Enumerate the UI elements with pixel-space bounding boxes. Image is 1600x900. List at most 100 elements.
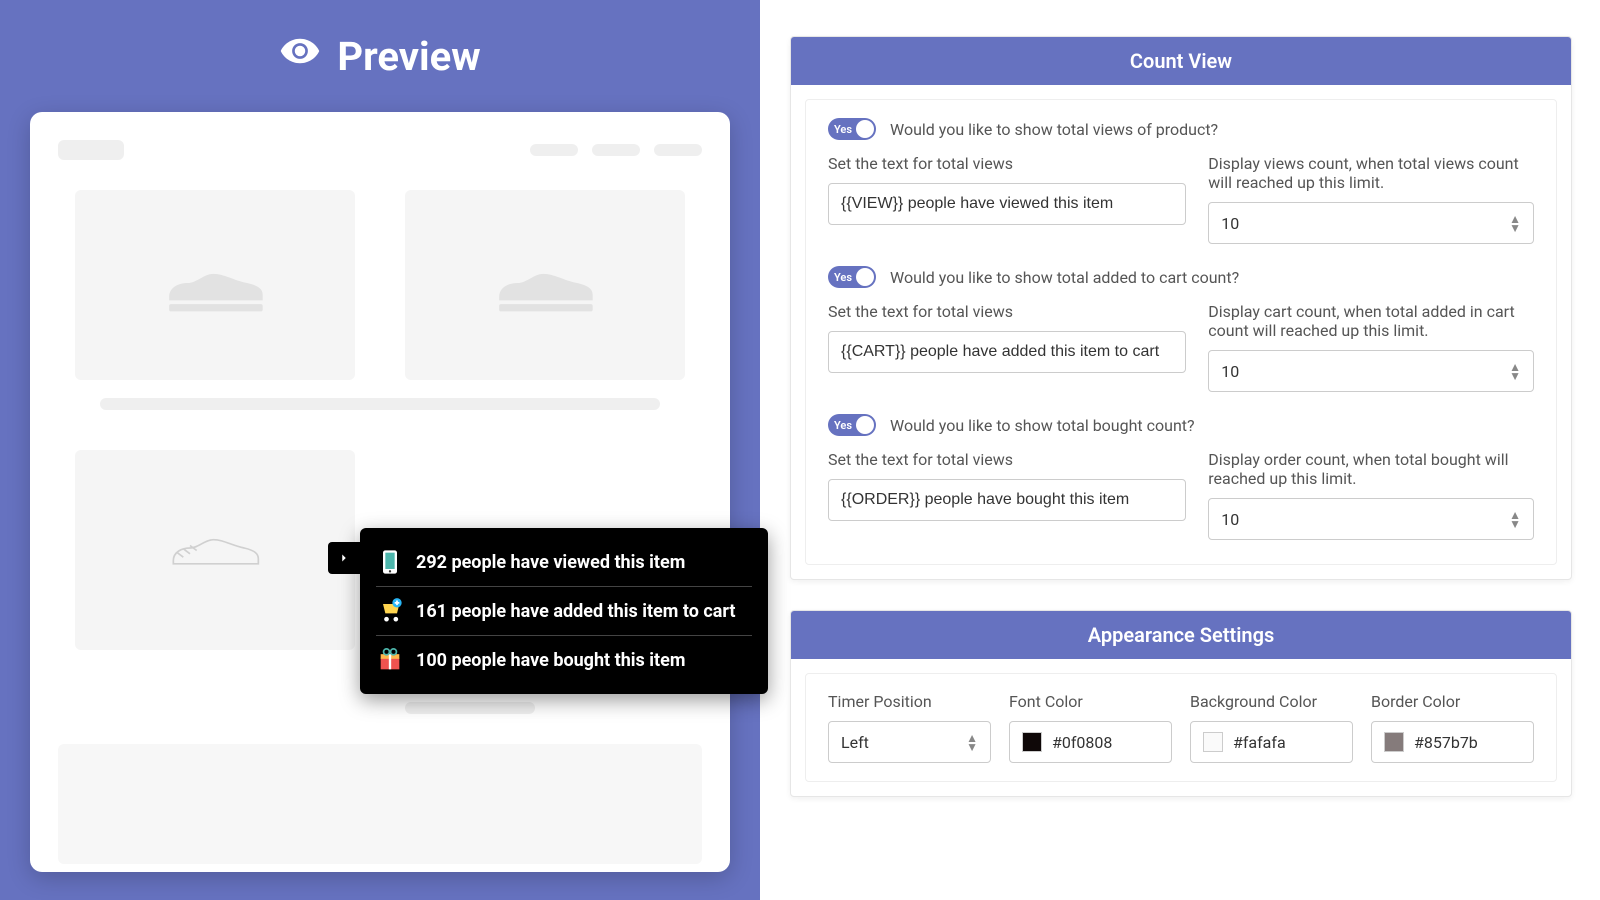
spinner-icon: ▲▼: [1509, 363, 1521, 380]
toggle-text: Yes: [834, 123, 852, 136]
skeleton-nav: [530, 144, 702, 156]
appearance-body: Timer Position Left ▲▼ Font Color #0f080…: [805, 673, 1557, 782]
bought-question: Would you like to show total bought coun…: [890, 416, 1195, 435]
cart-toggle[interactable]: Yes: [828, 266, 876, 288]
skeleton-logo: [58, 140, 124, 160]
product-image-placeholder: [75, 190, 355, 380]
views-text-col: Set the text for total views: [828, 154, 1186, 244]
skeleton-nav-item: [654, 144, 702, 156]
settings-panel: Count View Yes Would you like to show to…: [760, 0, 1600, 900]
toggle-knob: [856, 120, 874, 138]
count-view-header: Count View: [791, 37, 1571, 85]
toggle-text: Yes: [834, 271, 852, 284]
views-field-row: Set the text for total views Display vie…: [828, 154, 1534, 244]
cart-add-icon: [376, 597, 404, 625]
bought-toggle[interactable]: Yes: [828, 414, 876, 436]
bg-color-label: Background Color: [1190, 692, 1353, 711]
cart-limit-label: Display cart count, when total added in …: [1208, 302, 1534, 340]
shoe-icon: [490, 248, 600, 322]
timer-position-select[interactable]: Left ▲▼: [828, 721, 991, 763]
views-limit-value: 10: [1221, 214, 1239, 233]
cart-field-row: Set the text for total views Display car…: [828, 302, 1534, 392]
font-color-label: Font Color: [1009, 692, 1172, 711]
timer-position-label: Timer Position: [828, 692, 991, 711]
font-color-input[interactable]: #0f0808: [1009, 721, 1172, 763]
views-text-label: Set the text for total views: [828, 154, 1186, 173]
cart-text-label: Set the text for total views: [828, 302, 1186, 321]
preview-title: Preview: [279, 30, 480, 82]
product-card: [405, 190, 685, 380]
border-color-swatch: [1384, 732, 1404, 752]
font-color-value: #0f0808: [1052, 733, 1112, 752]
toggle-knob: [856, 416, 874, 434]
cart-text-col: Set the text for total views: [828, 302, 1186, 392]
skeleton-line: [405, 702, 535, 714]
views-limit-col: Display views count, when total views co…: [1208, 154, 1534, 244]
views-limit-label: Display views count, when total views co…: [1208, 154, 1534, 192]
eye-icon: [279, 30, 321, 82]
font-color-col: Font Color #0f0808: [1009, 692, 1172, 763]
skeleton-footer: [58, 744, 702, 864]
bought-text-input[interactable]: [828, 479, 1186, 521]
preview-card: 292 people have viewed this item 161 peo…: [30, 112, 730, 872]
cart-toggle-row: Yes Would you like to show total added t…: [828, 266, 1534, 288]
popup-views-text: 292 people have viewed this item: [416, 552, 685, 573]
shoe-outline-icon: [165, 518, 265, 582]
preview-panel: Preview: [0, 0, 760, 900]
spinner-icon: ▲▼: [1509, 511, 1521, 528]
popup-collapse-button[interactable]: [328, 542, 360, 574]
popup-bought-text: 100 people have bought this item: [416, 650, 685, 671]
bg-color-col: Background Color #fafafa: [1190, 692, 1353, 763]
views-toggle-row: Yes Would you like to show total views o…: [828, 118, 1534, 140]
bg-color-input[interactable]: #fafafa: [1190, 721, 1353, 763]
bg-color-value: #fafafa: [1233, 733, 1286, 752]
border-color-value: #857b7b: [1414, 733, 1478, 752]
views-limit-select[interactable]: 10 ▲▼: [1208, 202, 1534, 244]
bought-limit-value: 10: [1221, 510, 1239, 529]
bought-limit-label: Display order count, when total bought w…: [1208, 450, 1534, 488]
gift-icon: [376, 646, 404, 674]
toggle-text: Yes: [834, 419, 852, 432]
border-color-input[interactable]: #857b7b: [1371, 721, 1534, 763]
border-color-col: Border Color #857b7b: [1371, 692, 1534, 763]
skeleton-nav-item: [530, 144, 578, 156]
views-question: Would you like to show total views of pr…: [890, 120, 1218, 139]
bought-toggle-row: Yes Would you like to show total bought …: [828, 414, 1534, 436]
product-image-placeholder: [75, 450, 355, 650]
popup-cart-row: 161 people have added this item to cart: [376, 586, 752, 635]
products-row: [58, 190, 702, 380]
border-color-label: Border Color: [1371, 692, 1534, 711]
bought-text-label: Set the text for total views: [828, 450, 1186, 469]
cart-limit-select[interactable]: 10 ▲▼: [1208, 350, 1534, 392]
skeleton-nav-item: [592, 144, 640, 156]
cart-limit-value: 10: [1221, 362, 1239, 381]
cart-limit-col: Display cart count, when total added in …: [1208, 302, 1534, 392]
views-toggle[interactable]: Yes: [828, 118, 876, 140]
bought-field-row: Set the text for total views Display ord…: [828, 450, 1534, 540]
popup-bought-row: 100 people have bought this item: [376, 635, 752, 684]
bought-limit-col: Display order count, when total bought w…: [1208, 450, 1534, 540]
skeleton-line: [100, 398, 660, 410]
preview-title-text: Preview: [337, 33, 480, 80]
cart-text-input[interactable]: [828, 331, 1186, 373]
appearance-header: Appearance Settings: [791, 611, 1571, 659]
spinner-icon: ▲▼: [966, 734, 978, 751]
font-color-swatch: [1022, 732, 1042, 752]
bought-text-col: Set the text for total views: [828, 450, 1186, 540]
popup-views-row: 292 people have viewed this item: [376, 538, 752, 586]
views-text-input[interactable]: [828, 183, 1186, 225]
spinner-icon: ▲▼: [1509, 215, 1521, 232]
shoe-icon: [160, 248, 270, 322]
timer-position-col: Timer Position Left ▲▼: [828, 692, 991, 763]
stats-popup: 292 people have viewed this item 161 peo…: [360, 528, 768, 694]
cart-question: Would you like to show total added to ca…: [890, 268, 1239, 287]
bg-color-swatch: [1203, 732, 1223, 752]
product-image-placeholder: [405, 190, 685, 380]
appearance-card: Appearance Settings Timer Position Left …: [790, 610, 1572, 797]
preview-skeleton-header: [58, 140, 702, 160]
product-card: [75, 190, 355, 380]
count-view-card: Count View Yes Would you like to show to…: [790, 36, 1572, 580]
bought-limit-select[interactable]: 10 ▲▼: [1208, 498, 1534, 540]
count-view-body: Yes Would you like to show total views o…: [805, 99, 1557, 565]
toggle-knob: [856, 268, 874, 286]
